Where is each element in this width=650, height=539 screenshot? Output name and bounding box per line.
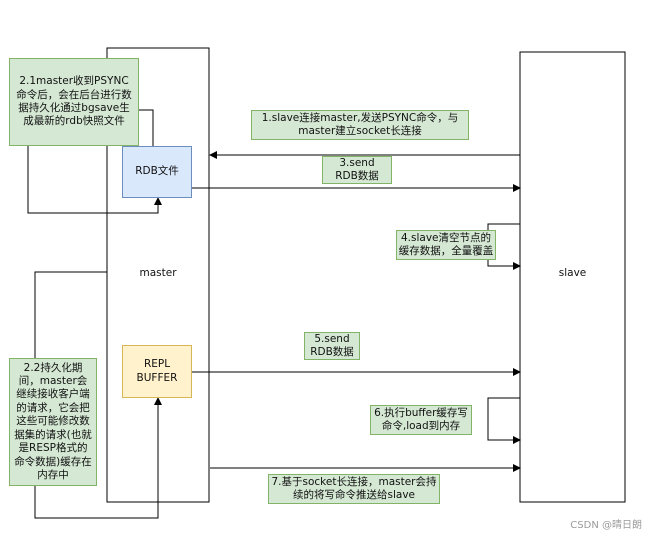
rdb-file-box: RDB文件 bbox=[122, 146, 192, 198]
note-buffering: 2.2持久化期间，master会继续接收客户端的请求，它会把这些可能修改数据集的… bbox=[9, 358, 97, 486]
msg-psync: 1.slave连接master,发送PSYNC命令，与master建立socke… bbox=[251, 110, 469, 140]
msg-flush: 4.slave清空节点的缓存数据，全量覆盖 bbox=[396, 230, 496, 260]
master-label: master bbox=[139, 267, 177, 280]
msg-stream: 7.基于socket长连接，master会持续的将写命令推送给slave bbox=[268, 474, 440, 504]
repl-buffer-box: REPL BUFFER bbox=[122, 345, 192, 398]
note-bgsave: 2.1master收到PSYNC命令后，会在后台进行数据持久化通过bgsave生… bbox=[9, 58, 139, 146]
watermark: CSDN @晴日朗 bbox=[570, 520, 642, 531]
msg-send-rdb: 3.send RDB数据 bbox=[322, 156, 392, 184]
arrow-exec-loop bbox=[487, 397, 521, 444]
msg-send-rdb2: 5.send RDB数据 bbox=[304, 332, 360, 360]
slave-label: slave bbox=[558, 267, 587, 280]
msg-exec-buffer: 6.执行buffer缓存写命令,load到内存 bbox=[370, 405, 472, 435]
